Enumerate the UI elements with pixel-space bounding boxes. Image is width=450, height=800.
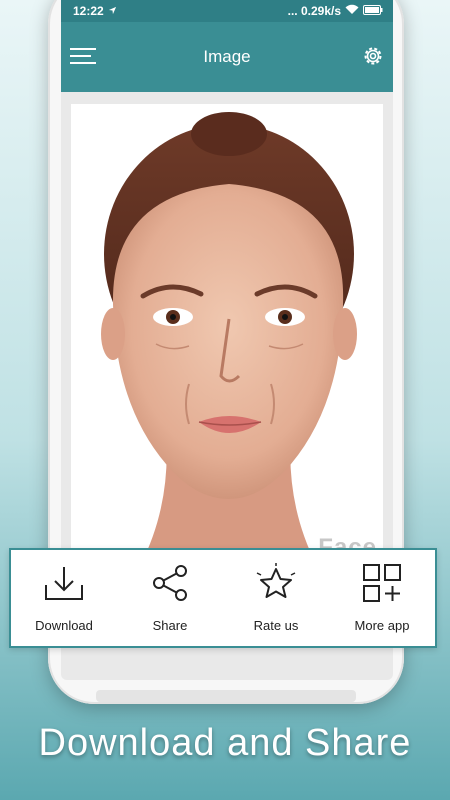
status-time: 12:22 [73, 4, 104, 18]
promo-headline: Download and Share [38, 722, 412, 764]
menu-icon[interactable] [69, 46, 97, 66]
wifi-icon [345, 4, 359, 18]
settings-icon[interactable] [361, 44, 385, 68]
more-apps-icon [360, 563, 404, 608]
navigation-arrow-icon [108, 4, 117, 18]
download-icon [42, 563, 86, 608]
share-button[interactable]: Share [117, 550, 223, 646]
download-button[interactable]: Download [11, 550, 117, 646]
result-image: Face [71, 104, 383, 564]
share-icon [148, 563, 192, 608]
face-portrait-image [71, 104, 383, 564]
rate-us-button[interactable]: Rate us [223, 550, 329, 646]
action-bar: Download Share Rate us More app [9, 548, 437, 648]
download-label: Download [35, 618, 93, 633]
app-bar: Image [61, 22, 393, 92]
rate-us-label: Rate us [253, 618, 299, 633]
star-icon [254, 563, 298, 608]
network-speed: ... 0.29k/s [287, 4, 341, 18]
more-app-label: More app [354, 618, 410, 633]
battery-icon [363, 4, 383, 18]
navigation-bar [96, 690, 356, 702]
more-app-button[interactable]: More app [329, 550, 435, 646]
share-label: Share [152, 618, 188, 633]
status-bar: 12:22 ... 0.29k/s [61, 0, 393, 22]
page-title: Image [203, 47, 251, 66]
